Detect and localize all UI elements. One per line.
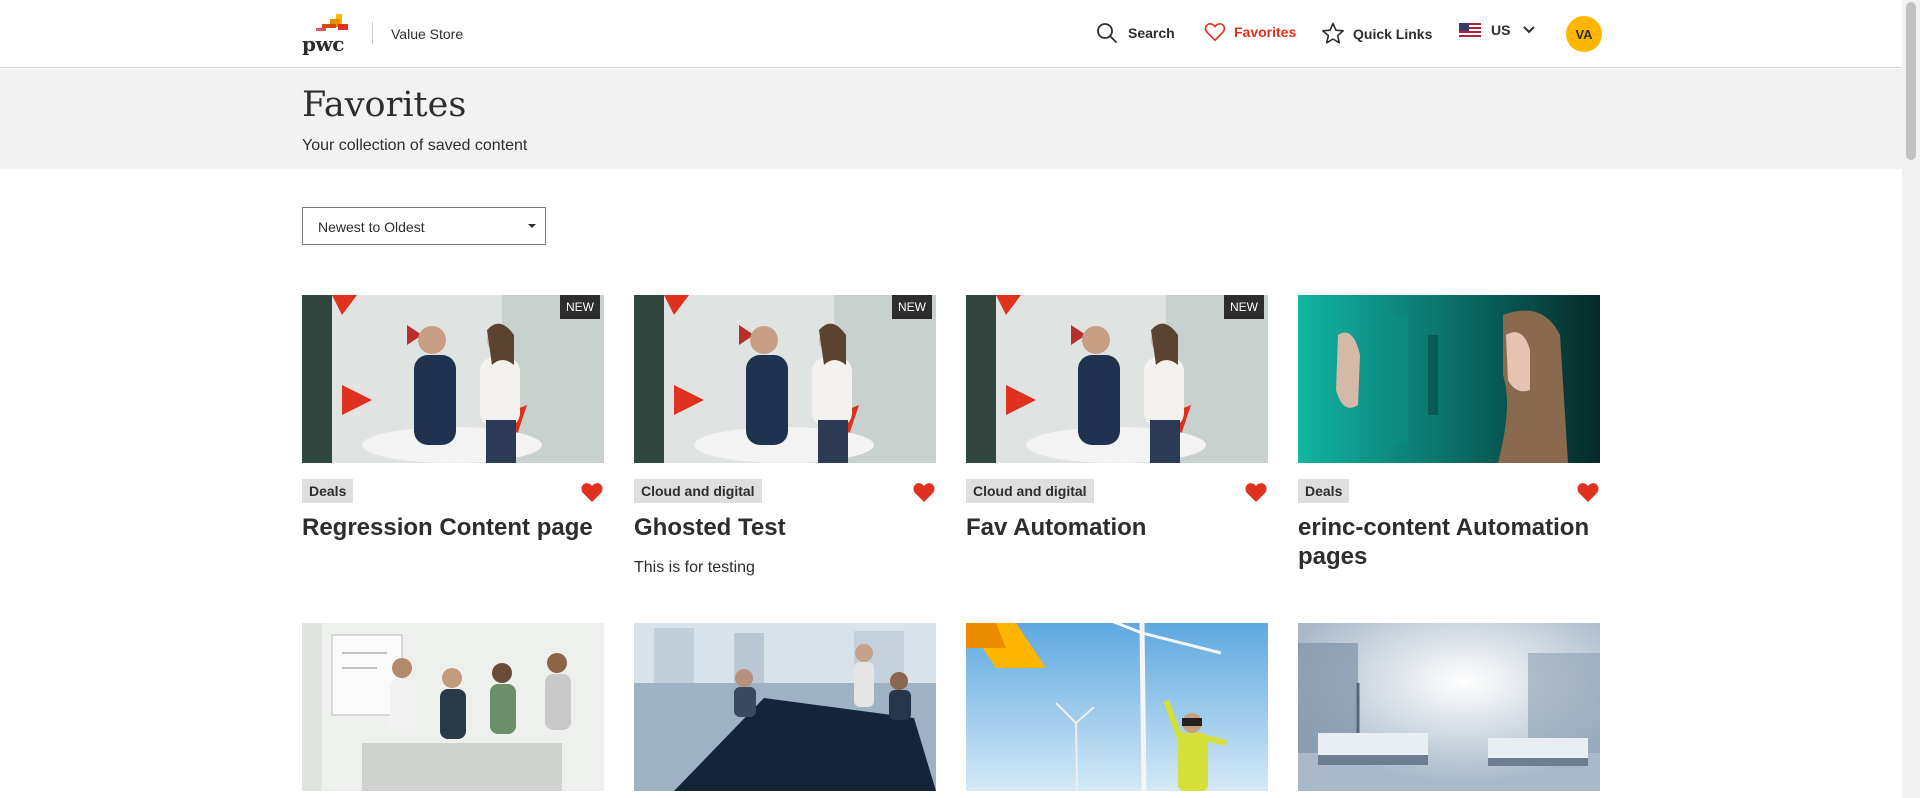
card-image[interactable]: [966, 623, 1268, 791]
search-icon: [1097, 23, 1117, 43]
card-image[interactable]: NEW: [966, 295, 1268, 463]
category-tag[interactable]: Cloud and digital: [966, 479, 1094, 503]
content-card[interactable]: NEW Deals Regression Content page: [302, 295, 604, 541]
scrollbar-thumb[interactable]: [1906, 2, 1916, 160]
locale-selector[interactable]: US: [1459, 22, 1536, 38]
page-hero: Favorites Your collection of saved conte…: [0, 69, 1902, 169]
new-badge: NEW: [560, 295, 600, 319]
heart-filled-icon[interactable]: [1576, 481, 1600, 503]
handshake-office-image: [302, 295, 604, 463]
sort-selected-value: Newest to Oldest: [318, 219, 425, 235]
category-tag[interactable]: Deals: [302, 479, 354, 503]
handshake-office-image: [966, 295, 1268, 463]
nav-quick-links[interactable]: Quick Links: [1321, 22, 1432, 45]
content-card[interactable]: [1298, 623, 1600, 791]
wind-turbines-vr-image: [966, 623, 1268, 791]
heart-outline-icon: [1204, 23, 1226, 42]
content-card[interactable]: NEW Cloud and digital Ghosted Test This …: [634, 295, 936, 576]
user-avatar[interactable]: VA: [1566, 16, 1602, 52]
logo-wordmark: pwc: [302, 32, 344, 56]
content-card[interactable]: [966, 623, 1268, 791]
new-badge: NEW: [1224, 295, 1264, 319]
category-tag[interactable]: Deals: [1298, 479, 1350, 503]
card-title[interactable]: Fav Automation: [966, 513, 1268, 542]
card-image[interactable]: [1298, 295, 1600, 463]
hospital-ward-image: [1298, 623, 1600, 791]
card-image[interactable]: [302, 623, 604, 791]
card-image[interactable]: NEW: [302, 295, 604, 463]
card-image[interactable]: [1298, 623, 1600, 791]
card-title[interactable]: Regression Content page: [302, 513, 604, 542]
chevron-down-icon: [1523, 26, 1536, 34]
locale-label: US: [1491, 22, 1511, 38]
card-title[interactable]: erinc-content Automation pages: [1298, 513, 1600, 571]
handshake-office-image: [634, 295, 936, 463]
woman-teal-screen-image: [1298, 295, 1600, 463]
content-card[interactable]: Deals erinc-content Automation pages: [1298, 295, 1600, 570]
page-title: Favorites: [302, 85, 467, 125]
boardroom-meeting-image: [634, 623, 936, 791]
new-badge: NEW: [892, 295, 932, 319]
card-description: This is for testing: [634, 559, 755, 576]
nav-favorites-label: Favorites: [1234, 24, 1297, 40]
team-meeting-whiteboard-image: [302, 623, 604, 791]
content-card[interactable]: [634, 623, 936, 791]
content-card[interactable]: NEW Cloud and digital Fav Automation: [966, 295, 1268, 541]
card-image[interactable]: [634, 623, 936, 791]
card-image[interactable]: NEW: [634, 295, 936, 463]
us-flag-icon: [1459, 23, 1481, 37]
pwc-logo[interactable]: pwc: [302, 14, 348, 56]
page-scrollbar[interactable]: [1902, 0, 1920, 798]
category-tag[interactable]: Cloud and digital: [634, 479, 762, 503]
nav-quick-links-label: Quick Links: [1353, 25, 1433, 42]
site-header: pwc Value Store Search Favorites Quick L…: [0, 0, 1902, 68]
page-subtitle: Your collection of saved content: [302, 137, 528, 154]
header-divider: [372, 22, 373, 44]
store-name[interactable]: Value Store: [391, 26, 463, 42]
star-icon: [1322, 22, 1344, 44]
content-card[interactable]: [302, 623, 604, 791]
heart-filled-icon[interactable]: [580, 481, 604, 503]
nav-search[interactable]: Search: [1096, 22, 1175, 44]
card-title[interactable]: Ghosted Test: [634, 513, 936, 542]
nav-favorites[interactable]: Favorites: [1204, 22, 1296, 42]
heart-filled-icon[interactable]: [912, 481, 936, 503]
caret-down-icon: [528, 224, 536, 228]
sort-dropdown[interactable]: Newest to Oldest: [302, 207, 546, 245]
heart-filled-icon[interactable]: [1244, 481, 1268, 503]
nav-search-label: Search: [1128, 25, 1175, 41]
